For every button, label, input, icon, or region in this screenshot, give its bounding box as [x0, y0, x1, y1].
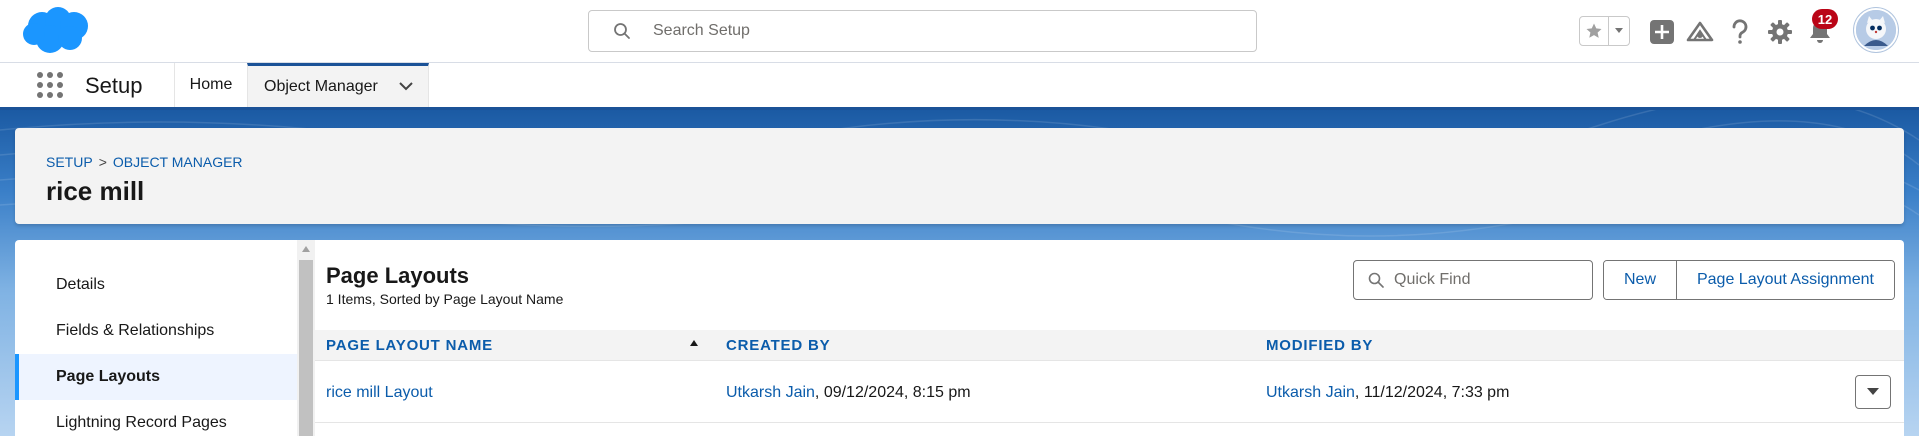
- table-row: rice mill Layout Utkarsh Jain, 09/12/202…: [315, 362, 1904, 423]
- salesforce-logo-icon[interactable]: [20, 6, 92, 56]
- table-header: PAGE LAYOUT NAME CREATED BY MODIFIED BY: [315, 330, 1904, 361]
- caret-down-icon: [1615, 28, 1624, 33]
- add-icon: [1650, 20, 1674, 44]
- caret-down-icon: [1867, 388, 1879, 395]
- modified-by-date: , 11/12/2024, 7:33 pm: [1354, 383, 1510, 401]
- content-card: Details Fields & Relationships Page Layo…: [15, 240, 1904, 436]
- sidebar-item-label: Page Layouts: [56, 368, 161, 385]
- sidebar-item-page-layouts[interactable]: Page Layouts: [15, 354, 297, 400]
- global-actions-button[interactable]: [1648, 18, 1676, 46]
- trailhead-icon: [1686, 21, 1714, 42]
- sidebar-item-lightning-record-pages[interactable]: Lightning Record Pages: [15, 400, 297, 436]
- favorites-button[interactable]: [1580, 17, 1610, 45]
- quick-find-input[interactable]: [1394, 267, 1584, 293]
- global-header: 12: [0, 0, 1919, 63]
- caret-up-icon: [302, 246, 310, 252]
- scrollbar-thumb[interactable]: [299, 260, 313, 436]
- new-button[interactable]: New: [1604, 261, 1677, 299]
- breadcrumb-setup-link[interactable]: SETUP: [46, 154, 93, 170]
- astro-avatar-icon: [1856, 10, 1896, 50]
- gear-icon: [1768, 20, 1792, 44]
- sidebar-item-label: Lightning Record Pages: [56, 414, 227, 431]
- search-input[interactable]: [653, 17, 1233, 45]
- page-layout-link[interactable]: rice mill Layout: [326, 384, 433, 402]
- action-button-group: New Page Layout Assignment: [1603, 260, 1895, 300]
- sidebar-scrollbar[interactable]: [297, 240, 315, 436]
- breadcrumb-separator: >: [98, 154, 107, 170]
- quick-find-field[interactable]: [1353, 260, 1593, 300]
- section-subtitle: 1 Items, Sorted by Page Layout Name: [326, 291, 564, 307]
- created-by-date: , 09/12/2024, 8:15 pm: [814, 383, 971, 401]
- favorites-list-button[interactable]: [1609, 17, 1629, 45]
- sidebar-item-label: Fields & Relationships: [56, 322, 215, 339]
- breadcrumb: SETUP > OBJECT MANAGER: [46, 154, 243, 170]
- tab-home-label: Home: [189, 76, 233, 93]
- column-header-modified-by[interactable]: MODIFIED BY: [1266, 330, 1373, 361]
- object-sidebar: Details Fields & Relationships Page Layo…: [15, 240, 297, 436]
- help-icon: [1732, 19, 1748, 44]
- user-avatar[interactable]: [1854, 8, 1898, 52]
- column-header-created-by[interactable]: CREATED BY: [726, 330, 830, 361]
- sidebar-item-label: Details: [56, 276, 105, 293]
- favorites-group: [1579, 16, 1630, 46]
- row-actions-button[interactable]: [1855, 375, 1891, 409]
- tab-home[interactable]: Home: [174, 63, 247, 107]
- sidebar-item-details[interactable]: Details: [15, 262, 297, 308]
- created-by-user-link[interactable]: Utkarsh Jain: [726, 384, 815, 402]
- page-title: rice mill: [46, 176, 145, 206]
- page-layout-name-cell: rice mill Layout: [326, 362, 433, 423]
- column-header-page-layout-name[interactable]: PAGE LAYOUT NAME: [326, 330, 493, 361]
- tab-object-manager-label: Object Manager: [264, 77, 378, 95]
- star-icon: [1586, 23, 1602, 38]
- sort-ascending-icon[interactable]: [689, 338, 699, 348]
- modified-by-cell: Utkarsh Jain, 11/12/2024, 7:33 pm: [1266, 362, 1509, 423]
- help-button[interactable]: [1726, 18, 1754, 46]
- context-nav: Setup Home Object Manager: [0, 63, 1919, 110]
- search-icon: [614, 23, 630, 39]
- notification-count-badge: 12: [1812, 9, 1838, 29]
- sidebar-item-fields-relationships[interactable]: Fields & Relationships: [15, 308, 297, 354]
- modified-by-user-link[interactable]: Utkarsh Jain: [1266, 384, 1355, 402]
- created-by-cell: Utkarsh Jain, 09/12/2024, 8:15 pm: [726, 362, 971, 423]
- section-title: Page Layouts: [326, 263, 470, 288]
- breadcrumb-object-manager-link[interactable]: OBJECT MANAGER: [113, 154, 243, 170]
- app-launcher-icon[interactable]: [36, 71, 64, 99]
- search-icon: [1368, 272, 1384, 288]
- page-layouts-panel: Page Layouts 1 Items, Sorted by Page Lay…: [315, 240, 1904, 436]
- search-setup-field[interactable]: [588, 10, 1257, 52]
- trailhead-button[interactable]: [1686, 18, 1714, 46]
- setup-gear-button[interactable]: [1766, 18, 1794, 46]
- page-layout-assignment-button[interactable]: Page Layout Assignment: [1677, 261, 1894, 299]
- scroll-up-button[interactable]: [297, 242, 315, 256]
- chevron-down-icon[interactable]: [398, 78, 414, 94]
- app-name: Setup: [85, 73, 143, 98]
- tab-object-manager[interactable]: Object Manager: [247, 63, 429, 107]
- object-header: SETUP > OBJECT MANAGER rice mill: [15, 128, 1904, 224]
